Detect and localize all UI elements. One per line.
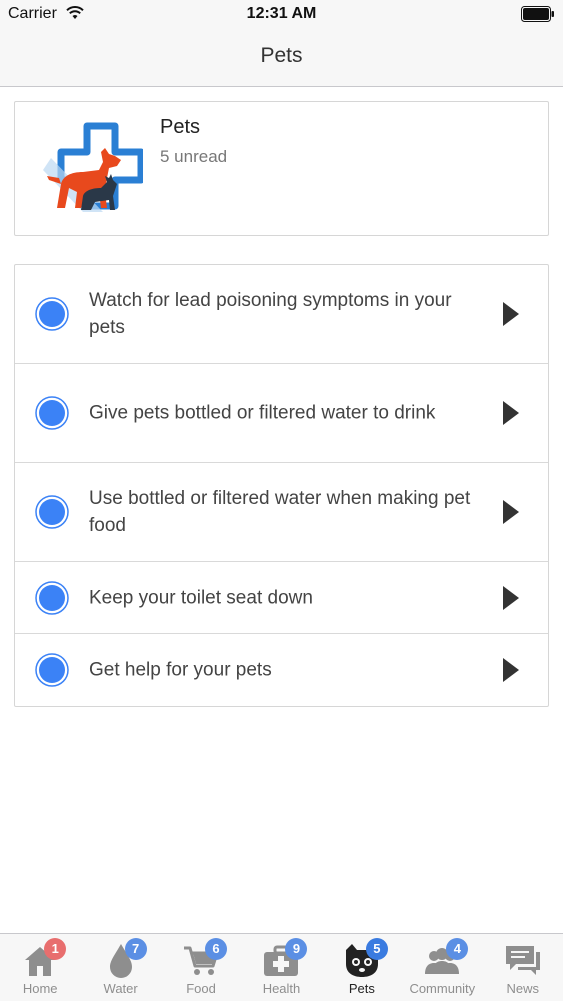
article-list: Watch for lead poisoning symptoms in you…: [14, 264, 549, 707]
unread-dot-icon: [35, 580, 69, 615]
tab-label: Home: [22, 981, 58, 996]
tab-label: Food: [186, 981, 216, 996]
tab-health[interactable]: 9 Health: [241, 934, 321, 1001]
tab-news[interactable]: News: [483, 934, 563, 1001]
tab-badge: 5: [365, 938, 388, 960]
unread-dot-icon: [35, 297, 69, 331]
list-item[interactable]: Get help for your pets: [15, 634, 548, 706]
tab-label: Pets: [348, 981, 375, 996]
tab-pets[interactable]: 5 Pets: [322, 934, 402, 1001]
list-item[interactable]: Keep your toilet seat down: [15, 562, 548, 634]
list-item-label: Keep your toilet seat down: [89, 587, 313, 608]
list-item[interactable]: Give pets bottled or filtered water to d…: [15, 364, 548, 463]
category-title: Pets: [160, 116, 201, 138]
unread-dot-icon: [35, 396, 69, 430]
tab-label: News: [506, 981, 539, 996]
tab-label: Water: [103, 981, 138, 996]
navigation-bar: Pets: [0, 28, 563, 87]
tab-community[interactable]: 4 Community: [402, 934, 482, 1001]
tab-bar: 1 Home 7 Water 6 Food 9 Health 5 Pets 4 …: [0, 933, 563, 1001]
list-item-label: Use bottled or filtered water when makin…: [89, 488, 471, 536]
tab-badge: 6: [205, 938, 228, 960]
chevron-right-icon: [503, 401, 519, 425]
battery-icon: [521, 6, 554, 22]
chevron-right-icon: [503, 500, 519, 524]
list-item-label: Watch for lead poisoning symptoms in you…: [89, 290, 452, 338]
tab-badge: 7: [124, 938, 147, 960]
page-title: Pets: [260, 44, 303, 67]
tab-label: Community: [409, 981, 476, 996]
unread-dot-icon: [35, 653, 69, 687]
tab-label: Health: [262, 981, 301, 996]
tab-badge: 9: [285, 938, 308, 960]
chevron-right-icon: [503, 658, 519, 682]
list-item[interactable]: Watch for lead poisoning symptoms in you…: [15, 265, 548, 364]
chevron-right-icon: [503, 585, 519, 610]
list-item-label: Get help for your pets: [89, 659, 272, 681]
tab-food[interactable]: 6 Food: [161, 934, 241, 1001]
list-item[interactable]: Use bottled or filtered water when makin…: [15, 463, 548, 562]
chat-icon: [505, 946, 540, 975]
status-time: 12:31 AM: [246, 5, 317, 22]
tab-home[interactable]: 1 Home: [0, 934, 80, 1001]
unread-dot-icon: [35, 495, 69, 529]
tab-badge: 1: [44, 938, 67, 960]
tab-badge: 4: [446, 938, 469, 960]
list-item-label: Give pets bottled or filtered water to d…: [89, 402, 436, 424]
status-bar: Carrier 12:31 AM: [0, 0, 563, 28]
chevron-right-icon: [503, 302, 519, 326]
tab-water[interactable]: 7 Water: [80, 934, 160, 1001]
pets-logo-icon: [43, 122, 143, 212]
unread-count: 5 unread: [160, 147, 228, 166]
category-header-card: Pets 5 unread: [14, 101, 549, 236]
